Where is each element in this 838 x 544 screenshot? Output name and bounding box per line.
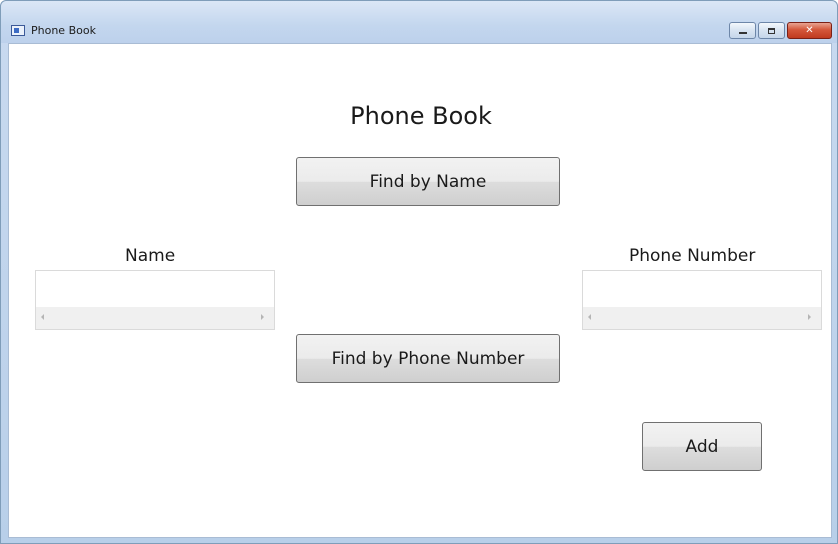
client-area: Phone Book Find by Name Name Phone Numbe… xyxy=(8,43,832,538)
maximize-icon xyxy=(768,27,775,34)
page-title: Phone Book xyxy=(350,102,492,130)
app-icon xyxy=(11,25,25,36)
name-textbox[interactable] xyxy=(35,270,275,330)
scroll-right-icon[interactable] xyxy=(808,314,811,320)
close-button[interactable]: ✕ xyxy=(787,22,832,39)
add-button[interactable]: Add xyxy=(642,422,762,471)
app-window: Phone Book ✕ Phone Book Find by Name Nam… xyxy=(0,0,838,544)
find-by-phone-number-button[interactable]: Find by Phone Number xyxy=(296,334,560,383)
name-label: Name xyxy=(125,246,176,266)
find-by-name-button[interactable]: Find by Name xyxy=(296,157,560,206)
minimize-icon xyxy=(738,32,747,34)
name-input[interactable] xyxy=(36,271,274,306)
window-title: Phone Book xyxy=(31,24,96,37)
scroll-right-icon[interactable] xyxy=(261,314,264,320)
phone-number-input[interactable] xyxy=(583,271,821,306)
scroll-left-icon[interactable] xyxy=(41,314,44,320)
title-bar[interactable]: Phone Book ✕ xyxy=(1,1,837,43)
minimize-button[interactable] xyxy=(729,22,756,39)
phone-number-textbox[interactable] xyxy=(582,270,822,330)
scroll-left-icon[interactable] xyxy=(588,314,591,320)
close-icon: ✕ xyxy=(805,25,814,36)
name-horizontal-scrollbar[interactable] xyxy=(36,307,274,329)
phone-horizontal-scrollbar[interactable] xyxy=(583,307,821,329)
maximize-button[interactable] xyxy=(758,22,785,39)
phone-number-label: Phone Number xyxy=(629,246,756,266)
